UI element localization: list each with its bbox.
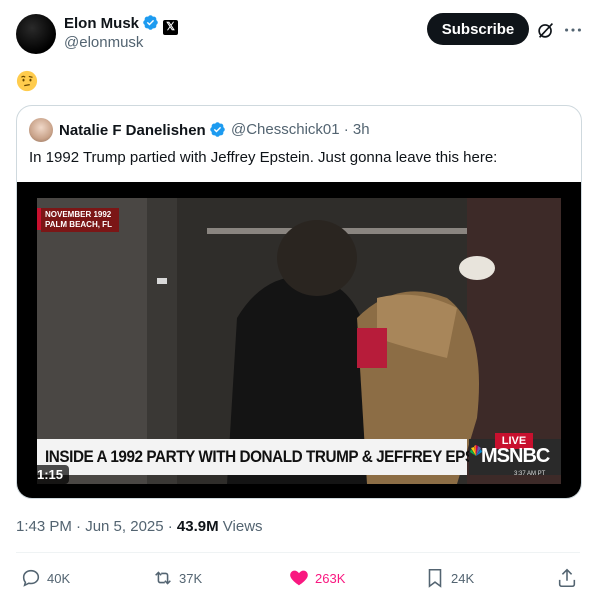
dateline-place: PALM BEACH, FL	[45, 220, 112, 229]
bookmark-icon	[428, 568, 442, 588]
repost-count: 37K	[179, 570, 203, 586]
reply-button[interactable]: 40K	[20, 566, 70, 590]
quoted-author-name[interactable]: Natalie F Danelishen	[59, 122, 206, 139]
reply-count: 40K	[47, 570, 71, 586]
raised-eyebrow-emoji-icon	[16, 70, 38, 92]
quoted-post-text: In 1992 Trump partied with Jeffrey Epste…	[29, 149, 498, 166]
author-handle[interactable]: @elonmusk	[64, 34, 143, 51]
share-icon	[558, 568, 576, 588]
video-clock: 3:37 AM PT	[514, 471, 546, 477]
divider	[16, 552, 580, 553]
quoted-post[interactable]: Natalie F Danelishen @Chesschick01 · 3h …	[16, 105, 582, 499]
reply-icon	[22, 569, 40, 587]
video-duration: 1:15	[31, 465, 70, 484]
heart-filled-icon	[290, 570, 308, 586]
author-avatar[interactable]	[16, 14, 56, 54]
views-count: 43.9M	[176, 518, 219, 535]
verified-badge-icon	[209, 122, 225, 137]
repost-button[interactable]: 37K	[152, 566, 202, 590]
lower-third-text: INSIDE A 1992 PARTY WITH DONALD TRUMP & …	[45, 447, 508, 466]
post-meta: 1:43 PM · Jun 5, 2025 · 43.9M Views	[16, 518, 263, 535]
author-name[interactable]: Elon Musk	[64, 15, 139, 32]
network-name: MSNBC	[481, 445, 550, 467]
bookmark-button[interactable]: 24K	[424, 566, 474, 590]
grok-icon[interactable]	[535, 19, 557, 41]
author-name-row[interactable]: Elon Musk 𝕏	[64, 14, 179, 35]
subscribe-button[interactable]: Subscribe	[427, 13, 529, 45]
dateline-date: NOVEMBER 1992	[45, 210, 112, 219]
bookmark-count: 24K	[451, 570, 475, 586]
like-count: 263K	[315, 570, 346, 586]
post-timestamp[interactable]: 1:43 PM · Jun 5, 2025 ·	[16, 518, 177, 535]
video-player[interactable]: NOVEMBER 1992 PALM BEACH, FL INSIDE A 19…	[17, 182, 581, 498]
share-button[interactable]	[556, 566, 583, 590]
video-dateline: NOVEMBER 1992 PALM BEACH, FL	[41, 208, 119, 232]
quoted-author-handle-time[interactable]: @Chesschick01 · 3h	[231, 121, 370, 138]
quoted-author-name-row[interactable]: Natalie F Danelishen	[59, 121, 226, 139]
repost-icon	[155, 571, 171, 585]
like-button[interactable]: 263K	[288, 566, 345, 590]
x-affiliate-icon: 𝕏	[163, 20, 179, 35]
verified-badge-icon	[143, 15, 158, 30]
quoted-author-avatar[interactable]	[29, 118, 53, 142]
more-icon[interactable]	[562, 19, 584, 41]
views-label: Views	[218, 518, 263, 535]
